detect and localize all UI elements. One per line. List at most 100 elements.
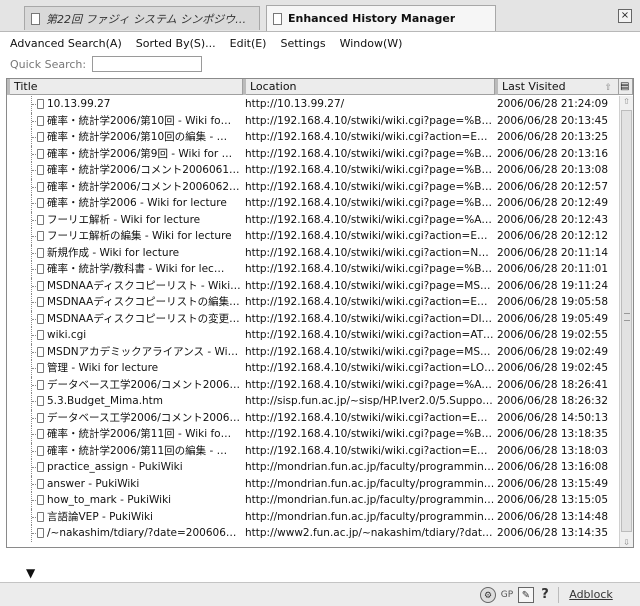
quick-search-label: Quick Search: [10,57,87,71]
row-title: MSDNAAディスクコピーリスト - Wiki fo… [47,279,241,292]
row-title: MSDNAAディスクコピーリストの変更履… [47,312,241,325]
table-row[interactable]: /~nakashim/tdiary/?date=20060628… http://… [7,525,619,542]
row-title: 確率・統計学2006/第10回の編集 - … [47,131,228,143]
table-row[interactable]: 言語論VEP - PukiWiki http://mondrian.fun.ac.… [7,508,619,525]
row-last-visited: 2006/06/28 13:15:05 [497,494,609,506]
row-location: http://192.168.4.10/stwiki/wiki.cgi?acti… [245,411,495,424]
table-body: 10.13.99.27 http://10.13.99.27/2006/06/28… [7,96,619,547]
menu-edit[interactable]: Edit(E) [230,37,267,50]
row-title: フーリエ解析の編集 - Wiki for lecture [47,230,232,242]
row-location: http://mondrian.fun.ac.jp/faculty/progra… [245,477,495,490]
table-row[interactable]: how_to_mark - PukiWiki http://mondrian.fu… [7,492,619,509]
row-location: http://192.168.4.10/stwiki/wiki.cgi?page… [245,263,495,275]
menu-bar: Advanced Search(A) Sorted By(S)... Edit(… [0,34,640,52]
table-row[interactable]: 確率・統計学2006/第10回 - Wiki fo… http://192.168… [7,112,619,129]
row-location: http://192.168.4.10/stwiki/wiki.cgi?acti… [245,246,495,259]
scroll-up-icon[interactable]: ⇧ [620,96,633,108]
column-header-last-visited-label: Last Visited [502,80,566,93]
row-last-visited: 2006/06/28 13:14:48 [497,510,609,523]
menu-settings[interactable]: Settings [280,37,325,50]
row-location: http://192.168.4.10/stwiki/wiki.cgi?page… [245,114,495,127]
close-icon[interactable]: × [618,9,632,23]
menu-sorted-by[interactable]: Sorted By(S)... [136,37,216,50]
table-row[interactable]: MSDNアカデミックアライアンス - Wiki f… http://192.168… [7,343,619,360]
row-last-visited: 2006/06/28 21:24:09 [497,98,609,110]
table-row[interactable]: 確率・統計学2006/第11回の編集 - … http://192.168.4.1… [7,442,619,459]
row-last-visited: 2006/06/28 19:02:45 [497,362,609,374]
table-row[interactable]: 確率・統計学2006/第11回 - Wiki fo… http://192.168… [7,426,619,443]
menu-advanced-search[interactable]: Advanced Search(A) [10,37,122,50]
row-last-visited: 2006/06/28 19:02:55 [497,329,609,341]
row-title: /~nakashim/tdiary/?date=20060628… [47,527,241,539]
table-row[interactable]: 5.3.Budget_Mima.htm http://sisp.fun.ac.jp… [7,393,619,410]
row-title: 確率・統計学2006/第9回 - Wiki for … [47,147,233,160]
row-last-visited: 2006/06/28 20:13:08 [497,164,609,176]
status-bar: ⚙ GP ✎ ? Adblock [0,582,640,606]
column-header-title[interactable]: Title [7,79,243,95]
row-title: 新規作成 - Wiki for lecture [47,246,180,259]
table-row[interactable]: 確率・統計学2006/第9回 - Wiki for … http://192.16… [7,145,619,162]
table-row[interactable]: 確率・統計学2006 - Wiki for lecture http://192.… [7,195,619,212]
row-location: http://192.168.4.10/stwiki/wiki.cgi?page… [245,180,495,193]
tab-bar: 第22回 ファジィ システム シンポジウム … Enhanced History… [0,0,640,32]
table-row[interactable]: practice_assign - PukiWiki http://mondria… [7,459,619,476]
adblock-link[interactable]: Adblock [566,587,616,603]
help-icon[interactable]: ? [538,587,552,603]
table-row[interactable]: 確率・統計学/教科書 - Wiki for lec… http://192.168… [7,261,619,278]
row-last-visited: 2006/06/28 18:26:32 [497,395,609,407]
pencil-icon[interactable]: ✎ [518,587,534,603]
vertical-scrollbar[interactable]: ⇧ ⇩ [619,96,633,547]
row-title: 5.3.Budget_Mima.htm [47,395,164,407]
scroll-down-icon[interactable]: ⇩ [620,537,633,547]
table-row[interactable]: フーリエ解析 - Wiki for lecture http://192.168.… [7,211,619,228]
tab-label: 第22回 ファジィ システム シンポジウム … [46,12,253,26]
row-title: 管理 - Wiki for lecture [47,362,159,374]
scroll-thumb[interactable] [621,110,632,532]
down-arrow-icon[interactable]: ▼ [26,566,35,580]
table-row[interactable]: MSDNAAディスクコピーリストの変更履… http://192.168.4.10… [7,310,619,327]
quick-search-input[interactable] [92,56,203,72]
row-location: http://mondrian.fun.ac.jp/faculty/progra… [245,461,495,473]
table-row[interactable]: データベース工学2006/コメント200606… http://192.168.4… [7,409,619,426]
row-last-visited: 2006/06/28 20:11:14 [497,246,609,259]
row-last-visited: 2006/06/28 13:18:03 [497,444,609,457]
table-header: Title Location Last Visited ⇧ ▤ [7,79,633,95]
row-location: http://192.168.4.10/stwiki/wiki.cgi?page… [245,345,495,358]
row-location: http://192.168.4.10/stwiki/wiki.cgi?page… [245,164,495,176]
table-row[interactable]: wiki.cgi http://192.168.4.10/stwiki/wiki.… [7,327,619,344]
column-header-location[interactable]: Location [243,79,495,95]
tab-enhanced-history-manager[interactable]: Enhanced History Manager [266,5,496,31]
row-title: answer - PukiWiki [47,477,140,490]
table-row[interactable]: 確率・統計学2006/第10回の編集 - … http://192.168.4.1… [7,129,619,146]
row-location: http://192.168.4.10/stwiki/wiki.cgi?page… [245,428,495,440]
row-title: データベース工学2006/コメント200606… [47,411,241,424]
table-row[interactable]: MSDNAAディスクコピーリスト - Wiki fo… http://192.16… [7,277,619,294]
row-last-visited: 2006/06/28 20:13:25 [497,131,609,143]
gp-icon[interactable]: GP [498,587,516,603]
row-last-visited: 2006/06/28 18:26:41 [497,378,609,391]
row-location: http://mondrian.fun.ac.jp/faculty/progra… [245,494,495,506]
tab-fuzzy-symposium[interactable]: 第22回 ファジィ システム シンポジウム … [24,6,260,30]
menu-window[interactable]: Window(W) [340,37,403,50]
row-title: 確率・統計学2006/第11回の編集 - … [47,444,228,457]
table-row[interactable]: 確率・統計学2006/コメント20060613 … http://192.168.… [7,162,619,179]
row-title: wiki.cgi [47,329,87,341]
row-last-visited: 2006/06/28 19:05:58 [497,296,609,308]
quick-search-bar: Quick Search: [0,54,640,74]
table-row[interactable]: MSDNAAディスクコピーリストの編集 - … http://192.168.4.… [7,294,619,311]
table-row[interactable]: 新規作成 - Wiki for lecture http://192.168.4.… [7,244,619,261]
row-last-visited: 2006/06/28 20:12:43 [497,213,609,226]
column-picker-icon[interactable]: ▤ [619,79,633,95]
row-title: 確率・統計学/教科書 - Wiki for lec… [47,263,225,275]
table-row[interactable]: フーリエ解析の編集 - Wiki for lecture http://192.1… [7,228,619,245]
row-location: http://192.168.4.10/stwiki/wiki.cgi?acti… [245,362,495,374]
table-row[interactable]: 確率・統計学2006/コメント20060620 … http://192.168.… [7,178,619,195]
table-row[interactable]: データベース工学2006/コメント200606… http://192.168.4… [7,376,619,393]
grip-icon [624,313,630,321]
column-header-last-visited[interactable]: Last Visited ⇧ [495,79,619,95]
table-row[interactable]: 管理 - Wiki for lecture http://192.168.4.10… [7,360,619,377]
table-row[interactable]: answer - PukiWiki http://mondrian.fun.ac.… [7,475,619,492]
gear-icon[interactable]: ⚙ [480,587,496,603]
table-row[interactable]: 10.13.99.27 http://10.13.99.27/2006/06/28… [7,96,619,113]
sort-icon: ⇧ [604,83,612,93]
